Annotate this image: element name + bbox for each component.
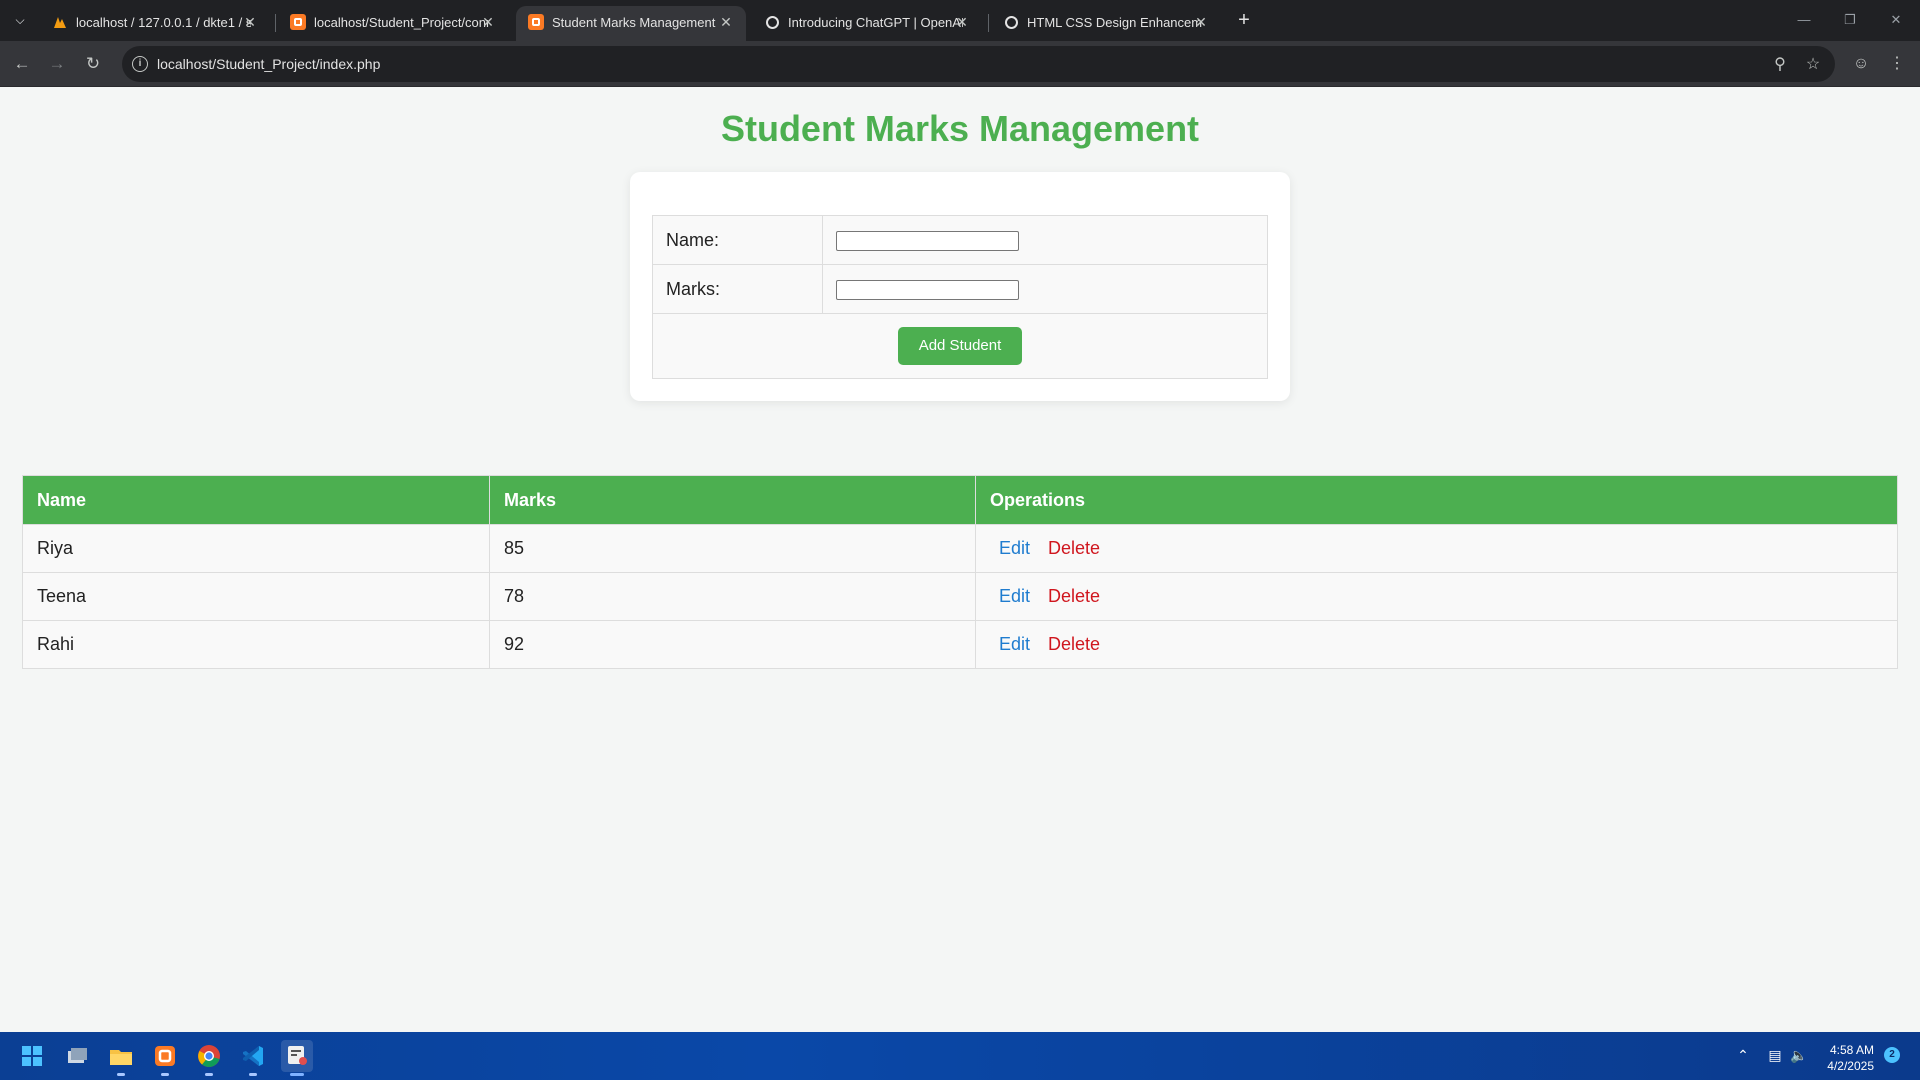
new-tab-plus-icon[interactable]: +	[1232, 8, 1256, 32]
start-windows-icon[interactable]	[16, 1040, 48, 1072]
delete-link[interactable]: Delete	[1048, 586, 1100, 606]
file-explorer-icon[interactable]	[105, 1040, 137, 1076]
column-header-marks: Marks	[489, 475, 976, 525]
clock-date: 4/2/2025	[1827, 1059, 1874, 1073]
bookmark-star-icon[interactable]: ☆	[1802, 54, 1824, 76]
reload-icon[interactable]: ↻	[79, 50, 107, 78]
page-title: Student Marks Management	[720, 108, 1200, 149]
tab-title: HTML CSS Design Enhancemen	[1027, 15, 1202, 30]
name-field-cell	[822, 215, 1268, 265]
task-view-icon[interactable]	[61, 1040, 93, 1072]
student-marks: 78	[489, 572, 976, 621]
tab-search-chevron-icon[interactable]: ⌵	[8, 8, 32, 32]
xampp-icon	[290, 14, 306, 30]
site-info-icon[interactable]: i	[132, 56, 148, 72]
student-marks: 92	[489, 620, 976, 669]
browser-toolbar: ← → ↻ i localhost/Student_Project/index.…	[0, 41, 1920, 87]
running-indicator	[249, 1073, 257, 1076]
forward-arrow-icon[interactable]: →	[43, 50, 71, 78]
marks-label: Marks:	[652, 264, 823, 314]
system-clock[interactable]: 4:58 AM 4/2/2025	[1808, 1042, 1874, 1074]
operations-cell: Edit Delete	[975, 620, 1898, 669]
chevron-up-icon[interactable]: ⌃	[1733, 1045, 1753, 1065]
address-bar[interactable]: i localhost/Student_Project/index.php ⚲ …	[122, 46, 1835, 82]
tab-html-css[interactable]: HTML CSS Design Enhancemen ✕	[991, 6, 1221, 41]
close-icon[interactable]: ✕	[954, 14, 970, 30]
marks-field-cell	[822, 264, 1268, 314]
operations-cell: Edit Delete	[975, 572, 1898, 621]
close-icon[interactable]: ✕	[242, 14, 258, 30]
table-row: Riya 85 Edit Delete	[22, 524, 1898, 573]
table-row: Teena 78 Edit Delete	[22, 572, 1898, 621]
tab-title: localhost / 127.0.0.1 / dkte1 / st	[76, 15, 251, 30]
tab-title: Introducing ChatGPT | OpenAI	[788, 15, 963, 30]
column-header-operations: Operations	[975, 475, 1898, 525]
tab-phpmyadmin[interactable]: localhost / 127.0.0.1 / dkte1 / st ✕	[40, 6, 270, 41]
openai-icon	[1005, 16, 1018, 29]
tab-chatgpt[interactable]: Introducing ChatGPT | OpenAI ✕	[752, 6, 982, 41]
delete-link[interactable]: Delete	[1048, 538, 1100, 558]
edit-link[interactable]: Edit	[999, 586, 1030, 606]
tab-student-marks[interactable]: Student Marks Management ✕	[516, 6, 746, 41]
volume-icon[interactable]: 🔈	[1789, 1045, 1809, 1065]
back-arrow-icon[interactable]: ←	[8, 50, 36, 78]
edit-link[interactable]: Edit	[999, 538, 1030, 558]
minimize-icon[interactable]: —	[1781, 6, 1827, 34]
close-icon[interactable]: ✕	[718, 14, 734, 30]
active-indicator	[290, 1073, 304, 1076]
restore-icon[interactable]: ❐	[1827, 6, 1873, 34]
edit-link[interactable]: Edit	[999, 634, 1030, 654]
operations-cell: Edit Delete	[975, 524, 1898, 573]
tab-title: localhost/Student_Project/conn	[314, 15, 489, 30]
column-header-name: Name	[22, 475, 490, 525]
marks-input[interactable]	[836, 279, 1019, 300]
add-student-button[interactable]: Add Student	[898, 327, 1022, 365]
openai-icon	[766, 16, 779, 29]
name-input[interactable]	[836, 230, 1019, 251]
submit-row: Add Student	[652, 313, 1268, 379]
running-indicator	[161, 1073, 169, 1076]
table-header-row: Name Marks Operations	[22, 475, 1898, 525]
tab-divider	[988, 14, 989, 32]
tab-title: Student Marks Management	[552, 15, 716, 30]
zoom-icon[interactable]: ⚲	[1769, 54, 1791, 76]
windows-taskbar	[0, 1032, 1920, 1080]
snipping-tool-icon[interactable]	[281, 1040, 313, 1076]
form-table: Name: Marks: Add Student	[652, 215, 1268, 379]
url-text[interactable]: localhost/Student_Project/index.php	[157, 56, 380, 72]
xampp-taskbar-icon[interactable]	[149, 1040, 181, 1076]
name-row: Name:	[652, 215, 1268, 265]
profile-icon[interactable]: ☺	[1850, 53, 1872, 75]
delete-link[interactable]: Delete	[1048, 634, 1100, 654]
vscode-icon[interactable]	[237, 1040, 269, 1076]
table-row: Rahi 92 Edit Delete	[22, 620, 1898, 669]
menu-kebab-icon[interactable]: ⋮	[1886, 53, 1908, 75]
clock-time: 4:58 AM	[1829, 1043, 1874, 1057]
phpmyadmin-icon	[54, 17, 66, 28]
student-name: Teena	[22, 572, 490, 621]
student-name: Rahi	[22, 620, 490, 669]
close-icon[interactable]: ✕	[1193, 14, 1209, 30]
xampp-icon	[528, 14, 544, 30]
tab-conn[interactable]: localhost/Student_Project/conn ✕	[278, 6, 508, 41]
close-icon[interactable]: ✕	[480, 14, 496, 30]
page-content: Student Marks Management Name: Marks: Ad…	[0, 87, 1920, 1032]
student-name: Riya	[22, 524, 490, 573]
add-student-form: Name: Marks: Add Student	[630, 172, 1290, 401]
running-indicator	[205, 1073, 213, 1076]
window-close-icon[interactable]: ✕	[1873, 6, 1919, 34]
student-marks: 85	[489, 524, 976, 573]
students-table: Name Marks Operations Riya 85 Edit Delete…	[22, 475, 1898, 669]
notification-badge[interactable]: 2	[1884, 1047, 1900, 1063]
running-indicator	[117, 1073, 125, 1076]
submit-cell: Add Student	[652, 313, 1268, 379]
network-icon[interactable]: ▤	[1765, 1045, 1785, 1065]
marks-row: Marks:	[652, 264, 1268, 314]
tab-strip: ⌵ localhost / 127.0.0.1 / dkte1 / st ✕ l…	[0, 0, 1920, 41]
tab-divider	[275, 14, 276, 32]
chrome-icon[interactable]	[193, 1040, 225, 1076]
name-label: Name:	[652, 215, 823, 265]
